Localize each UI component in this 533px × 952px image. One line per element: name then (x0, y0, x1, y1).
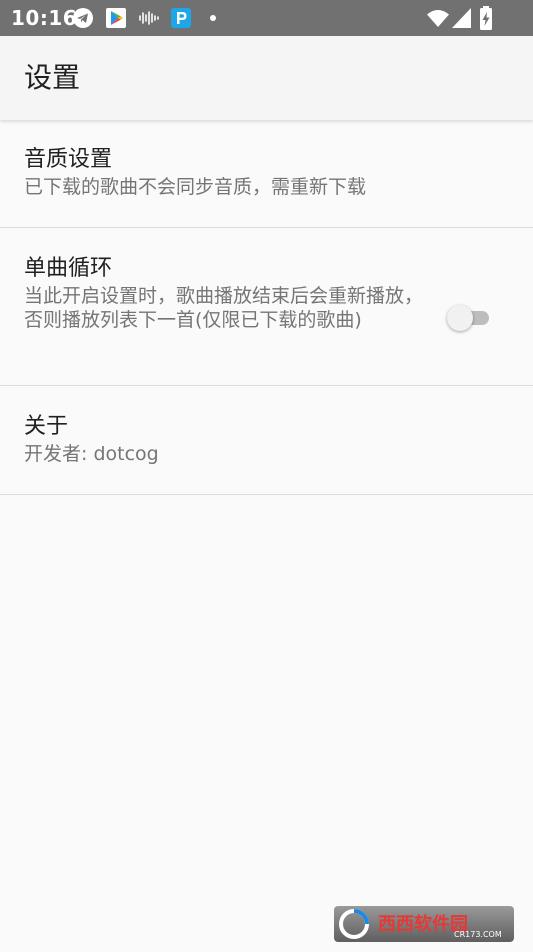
pref-about-summary: 开发者: dotcog (24, 443, 159, 465)
wifi-icon (427, 10, 449, 27)
pref-about-title: 关于 (24, 414, 69, 439)
pref-about[interactable]: 关于 开发者: dotcog (0, 386, 533, 495)
pref-single-loop-summary: 当此开启设置时，歌曲播放结束后会重新播放，否则播放列表下一首(仅限已下载的歌曲) (24, 285, 424, 331)
pref-audio-quality-summary: 已下载的歌曲不会同步音质，需重新下载 (24, 176, 367, 198)
audio-waveform-icon (139, 11, 159, 25)
page-title: 设置 (24, 61, 81, 94)
status-time: 10:16 (11, 6, 78, 30)
pref-single-loop-title: 单曲循环 (24, 256, 113, 281)
watermark-logo-icon: 西西软件园 CR173.COM (339, 909, 502, 939)
pref-audio-quality-title: 音质设置 (24, 147, 113, 172)
telegram-icon (73, 8, 93, 28)
site-watermark-logo: 西西软件园 CR173.COM (334, 906, 514, 942)
battery-charging-icon (480, 6, 492, 30)
play-store-icon (106, 8, 126, 28)
pref-audio-quality[interactable]: 音质设置 已下载的歌曲不会同步音质，需重新下载 (0, 121, 533, 228)
single-loop-switch[interactable] (447, 303, 493, 333)
switch-thumb (447, 305, 473, 331)
notification-dot-icon (210, 15, 216, 21)
p-app-icon (171, 8, 191, 28)
signal-icon (452, 8, 471, 28)
watermark-domain: CR173.COM (454, 930, 502, 939)
preferences-list: 音质设置 已下载的歌曲不会同步音质，需重新下载 单曲循环 当此开启设置时，歌曲播… (0, 121, 533, 495)
status-bar: 10:16 (0, 0, 533, 36)
app-bar: 设置 (0, 36, 533, 120)
pref-single-loop[interactable]: 单曲循环 当此开启设置时，歌曲播放结束后会重新播放，否则播放列表下一首(仅限已下… (0, 228, 533, 386)
